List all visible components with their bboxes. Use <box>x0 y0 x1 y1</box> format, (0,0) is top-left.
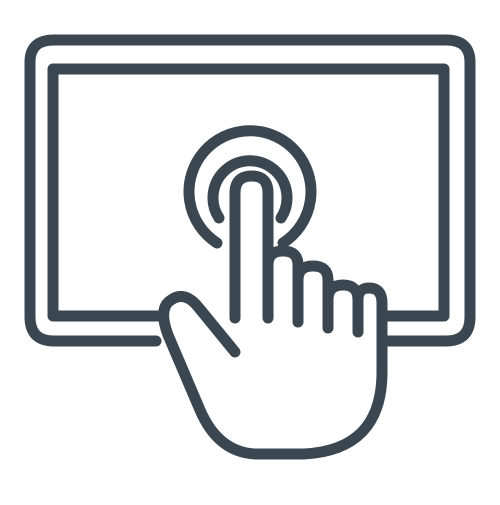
tablet-outer-frame <box>24 34 476 347</box>
touch-ripple-outer <box>183 125 317 249</box>
icon-canvas <box>0 0 500 500</box>
tablet-touch-icon <box>24 34 476 460</box>
touch-ripple-inner <box>207 155 293 224</box>
tablet-screen <box>47 63 450 322</box>
